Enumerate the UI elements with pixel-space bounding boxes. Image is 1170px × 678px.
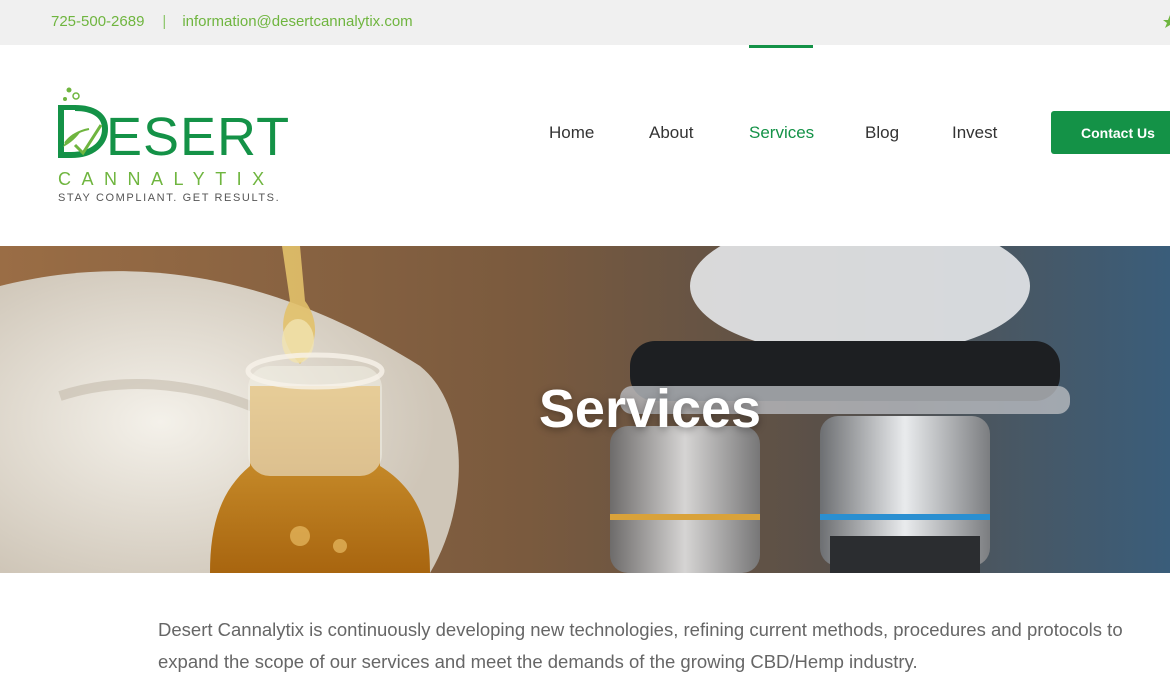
logo-word-text: ESERT: [106, 107, 291, 167]
nav-services[interactable]: Services: [749, 123, 814, 143]
top-bar: 725-500-2689 | information@desertcannalyti…: [0, 0, 1170, 45]
site-header: ESERT CANNALYTIX STAY COMPLIANT. GET RES…: [0, 45, 1170, 246]
logo-wordmark: ESERT: [50, 110, 290, 164]
intro-paragraph: Desert Cannalytix is continuously develo…: [158, 619, 1123, 672]
nav-home[interactable]: Home: [549, 123, 594, 143]
social-icon[interactable]: [1163, 14, 1170, 28]
top-contact-info: 725-500-2689 | information@desertcannalyti…: [51, 13, 413, 30]
nav-invest[interactable]: Invest: [952, 123, 997, 143]
site-logo[interactable]: ESERT CANNALYTIX STAY COMPLIANT. GET RES…: [50, 85, 320, 210]
hero-banner: Services: [0, 246, 1170, 573]
phone-link[interactable]: 725-500-2689: [51, 13, 144, 30]
page-title: Services: [538, 379, 762, 439]
active-nav-indicator: [749, 45, 813, 48]
nav-blog[interactable]: Blog: [865, 123, 899, 143]
email-link[interactable]: information@desertcannalytix.com: [182, 13, 412, 30]
contact-us-button[interactable]: Contact Us: [1051, 111, 1170, 154]
logo-tagline: STAY COMPLIANT. GET RESULTS.: [58, 192, 281, 204]
logo-subtitle: CANNALYTIX: [58, 169, 275, 189]
nav-about[interactable]: About: [649, 123, 693, 143]
contact-separator: |: [162, 13, 167, 30]
